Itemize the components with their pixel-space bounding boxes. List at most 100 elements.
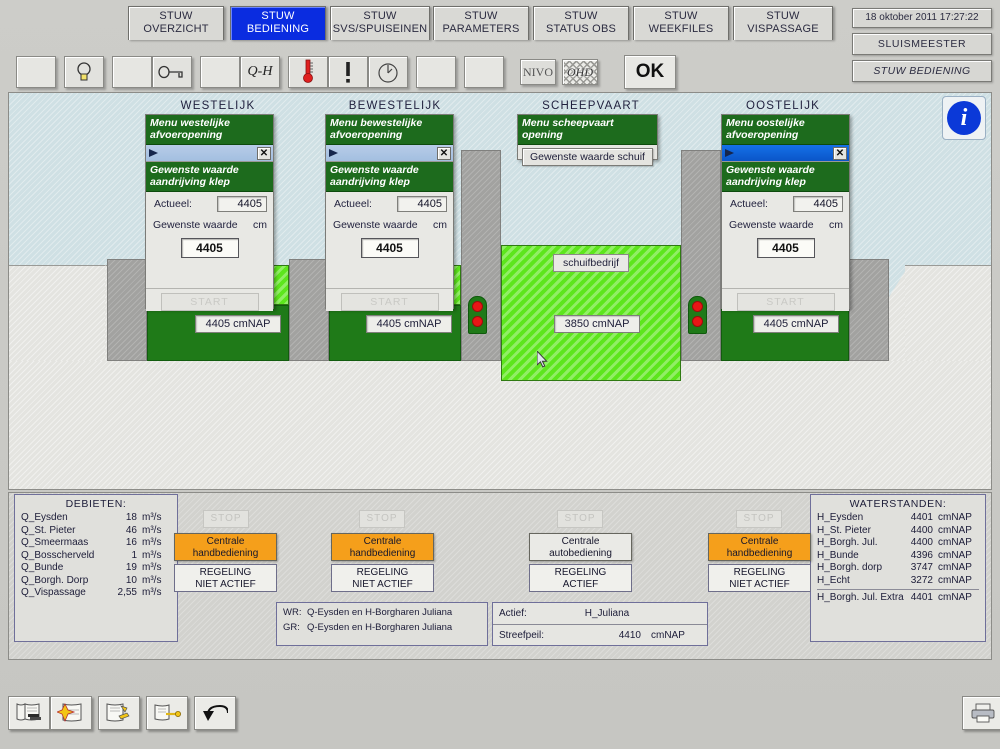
mode-button-scheepvaart[interactable]: Centrale autobediening: [529, 533, 632, 561]
tab-stuw-svs-spuiseinen[interactable]: STUW SVS/SPUISEINEN: [330, 6, 430, 40]
report-key-button[interactable]: [146, 696, 188, 730]
actueel-value: 4405: [793, 196, 843, 212]
blank-icon-button-1[interactable]: [16, 56, 56, 88]
report-stack-button[interactable]: [8, 696, 50, 730]
stop-button-bewestelijk[interactable]: STOP: [359, 510, 405, 528]
dialog-separator: [722, 288, 849, 289]
dialog-menu-title: Menu oostelijke afvoeropening: [722, 115, 849, 145]
reg-line2: NIET ACTIEF: [195, 579, 256, 590]
wr-value: Q-Eysden en H-Borgharen Juliana: [307, 607, 453, 618]
mode-button-oostelijk[interactable]: Centrale handbediening: [708, 533, 811, 561]
tab-stuw-parameters[interactable]: STUW PARAMETERS: [433, 6, 529, 40]
stop-button-scheepvaart[interactable]: STOP: [557, 510, 603, 528]
report-new-button[interactable]: [50, 696, 92, 730]
dialog-oostelijk[interactable]: Menu oostelijke afvoeropening ✕ Gewenste…: [721, 114, 850, 311]
streefpeil-box: Actief: H_Juliana Streefpeil: 4410 cmNAP: [492, 602, 708, 646]
report-edit-button[interactable]: [98, 696, 140, 730]
close-icon[interactable]: ✕: [833, 146, 847, 160]
start-button[interactable]: START: [340, 293, 439, 311]
actueel-label: Actueel:: [730, 198, 768, 210]
nap-display-bewestelijk: 4405 cmNAP: [366, 315, 452, 333]
tab-label-line1: STUW: [464, 10, 498, 22]
row-name: H_Borgh. Jul.: [817, 537, 878, 548]
menu-title-line2: afvoeropening: [726, 129, 799, 141]
stop-button-westelijk[interactable]: STOP: [203, 510, 249, 528]
tab-stuw-vispassage[interactable]: STUW VISPASSAGE: [733, 6, 833, 40]
dialog-bewestelijk[interactable]: Menu bewestelijke afvoeropening ✕ Gewens…: [325, 114, 454, 311]
gewenste-waarde-schuif-button[interactable]: Gewenste waarde schuif: [522, 148, 653, 166]
dialog-menu-title: Menu westelijke afvoeropening: [146, 115, 273, 145]
row-name: Q_Borgh. Dorp: [21, 574, 89, 586]
left-bank: [9, 265, 107, 361]
tab-stuw-weekfiles[interactable]: STUW WEEKFILES: [633, 6, 729, 40]
blank-icon-button-2[interactable]: [112, 56, 152, 88]
lightbulb-icon-button[interactable]: [64, 56, 104, 88]
info-icon: i: [947, 101, 981, 135]
row-unit: cmNAP: [938, 574, 972, 586]
gr-value: Q-Eysden en H-Borgharen Juliana: [307, 622, 453, 633]
table-row: H_Echt 3272 cmNAP: [817, 575, 979, 586]
dialog-westelijk[interactable]: Menu westelijke afvoeropening ✕ Gewenste…: [145, 114, 274, 311]
table-row: Q_Vispassage 2,55 m³/s: [21, 587, 171, 598]
row-value: 4396: [910, 549, 933, 561]
print-button[interactable]: [962, 696, 1000, 730]
row-value: 4400: [910, 524, 933, 536]
tab-label-line2: OVERZICHT: [143, 23, 209, 35]
key-icon-button[interactable]: [152, 56, 192, 88]
stop-button-oostelijk[interactable]: STOP: [736, 510, 782, 528]
blank-icon-button-4[interactable]: [416, 56, 456, 88]
mode-button-bewestelijk[interactable]: Centrale handbediening: [331, 533, 434, 561]
dialog-scheepvaart[interactable]: Menu scheepvaart opening Gewenste waarde…: [517, 114, 658, 166]
qh-curve-button[interactable]: Q-H: [240, 56, 280, 88]
mode-line1: Centrale: [363, 536, 402, 547]
table-row: H_St. Pieter 4400 cmNAP: [817, 525, 979, 536]
row-value: 4400: [910, 537, 933, 548]
actueel-value: 4405: [217, 196, 267, 212]
blank-icon-button-3[interactable]: [200, 56, 240, 88]
gewenste-label-row: Gewenste waarde cm: [722, 216, 849, 233]
dialog-body: Gewenste waarde aandrijving klep Actueel…: [326, 162, 453, 311]
tab-label-line2: PARAMETERS: [442, 23, 520, 35]
gewenste-waarde-input[interactable]: 4405: [360, 238, 419, 258]
gewenste-waarde-input[interactable]: 4405: [756, 238, 815, 258]
print-icon: [971, 703, 995, 723]
row-unit: m³/s: [142, 524, 162, 536]
mode-line2: handbediening: [349, 548, 416, 559]
column-header-westelijk: WESTELIJK: [147, 100, 289, 112]
dialog-titlebar[interactable]: ✕: [146, 145, 273, 162]
actueel-row: Actueel: 4405: [146, 192, 273, 216]
report-key-icon: [154, 704, 181, 721]
start-button[interactable]: START: [160, 293, 259, 311]
undo-button[interactable]: [194, 696, 236, 730]
right-bank: [905, 265, 991, 361]
menu-title-line2: afvoeropening: [330, 129, 403, 141]
ok-button[interactable]: OK: [624, 55, 676, 89]
tab-stuw-status-obs[interactable]: STUW STATUS OBS: [533, 6, 629, 40]
close-icon[interactable]: ✕: [257, 146, 271, 160]
clock-history-button[interactable]: [368, 56, 408, 88]
dialog-titlebar[interactable]: ✕: [326, 145, 453, 162]
traffic-light-right: [688, 296, 707, 334]
row-value: 46: [125, 524, 137, 536]
start-button[interactable]: START: [736, 293, 835, 311]
column-header-oostelijk: OOSTELIJK: [709, 100, 857, 112]
ohd-button[interactable]: OHD: [562, 59, 598, 85]
unit-label: cm: [433, 219, 447, 231]
gewenste-label-row: Gewenste waarde cm: [146, 216, 273, 233]
section-line2: aandrijving klep: [330, 176, 410, 188]
menu-title-line1: Menu oostelijke: [726, 117, 805, 129]
thermometer-icon-button[interactable]: [288, 56, 328, 88]
dialog-separator: [326, 288, 453, 289]
close-icon[interactable]: ✕: [437, 146, 451, 160]
dialog-titlebar[interactable]: ✕: [722, 145, 849, 162]
info-button[interactable]: i: [942, 96, 986, 140]
gewenste-waarde-input[interactable]: 4405: [180, 238, 239, 258]
mode-button-westelijk[interactable]: Centrale handbediening: [174, 533, 277, 561]
traffic-light-lamp-red-lower: [472, 316, 483, 327]
nivo-button[interactable]: NIVO: [520, 59, 556, 85]
alarm-exclamation-button[interactable]: [328, 56, 368, 88]
blank-icon-button-5[interactable]: [464, 56, 504, 88]
tab-stuw-bediening[interactable]: STUW BEDIENING: [230, 6, 326, 40]
tab-stuw-overzicht[interactable]: STUW OVERZICHT: [128, 6, 224, 40]
mode-line1: Centrale: [206, 536, 245, 547]
